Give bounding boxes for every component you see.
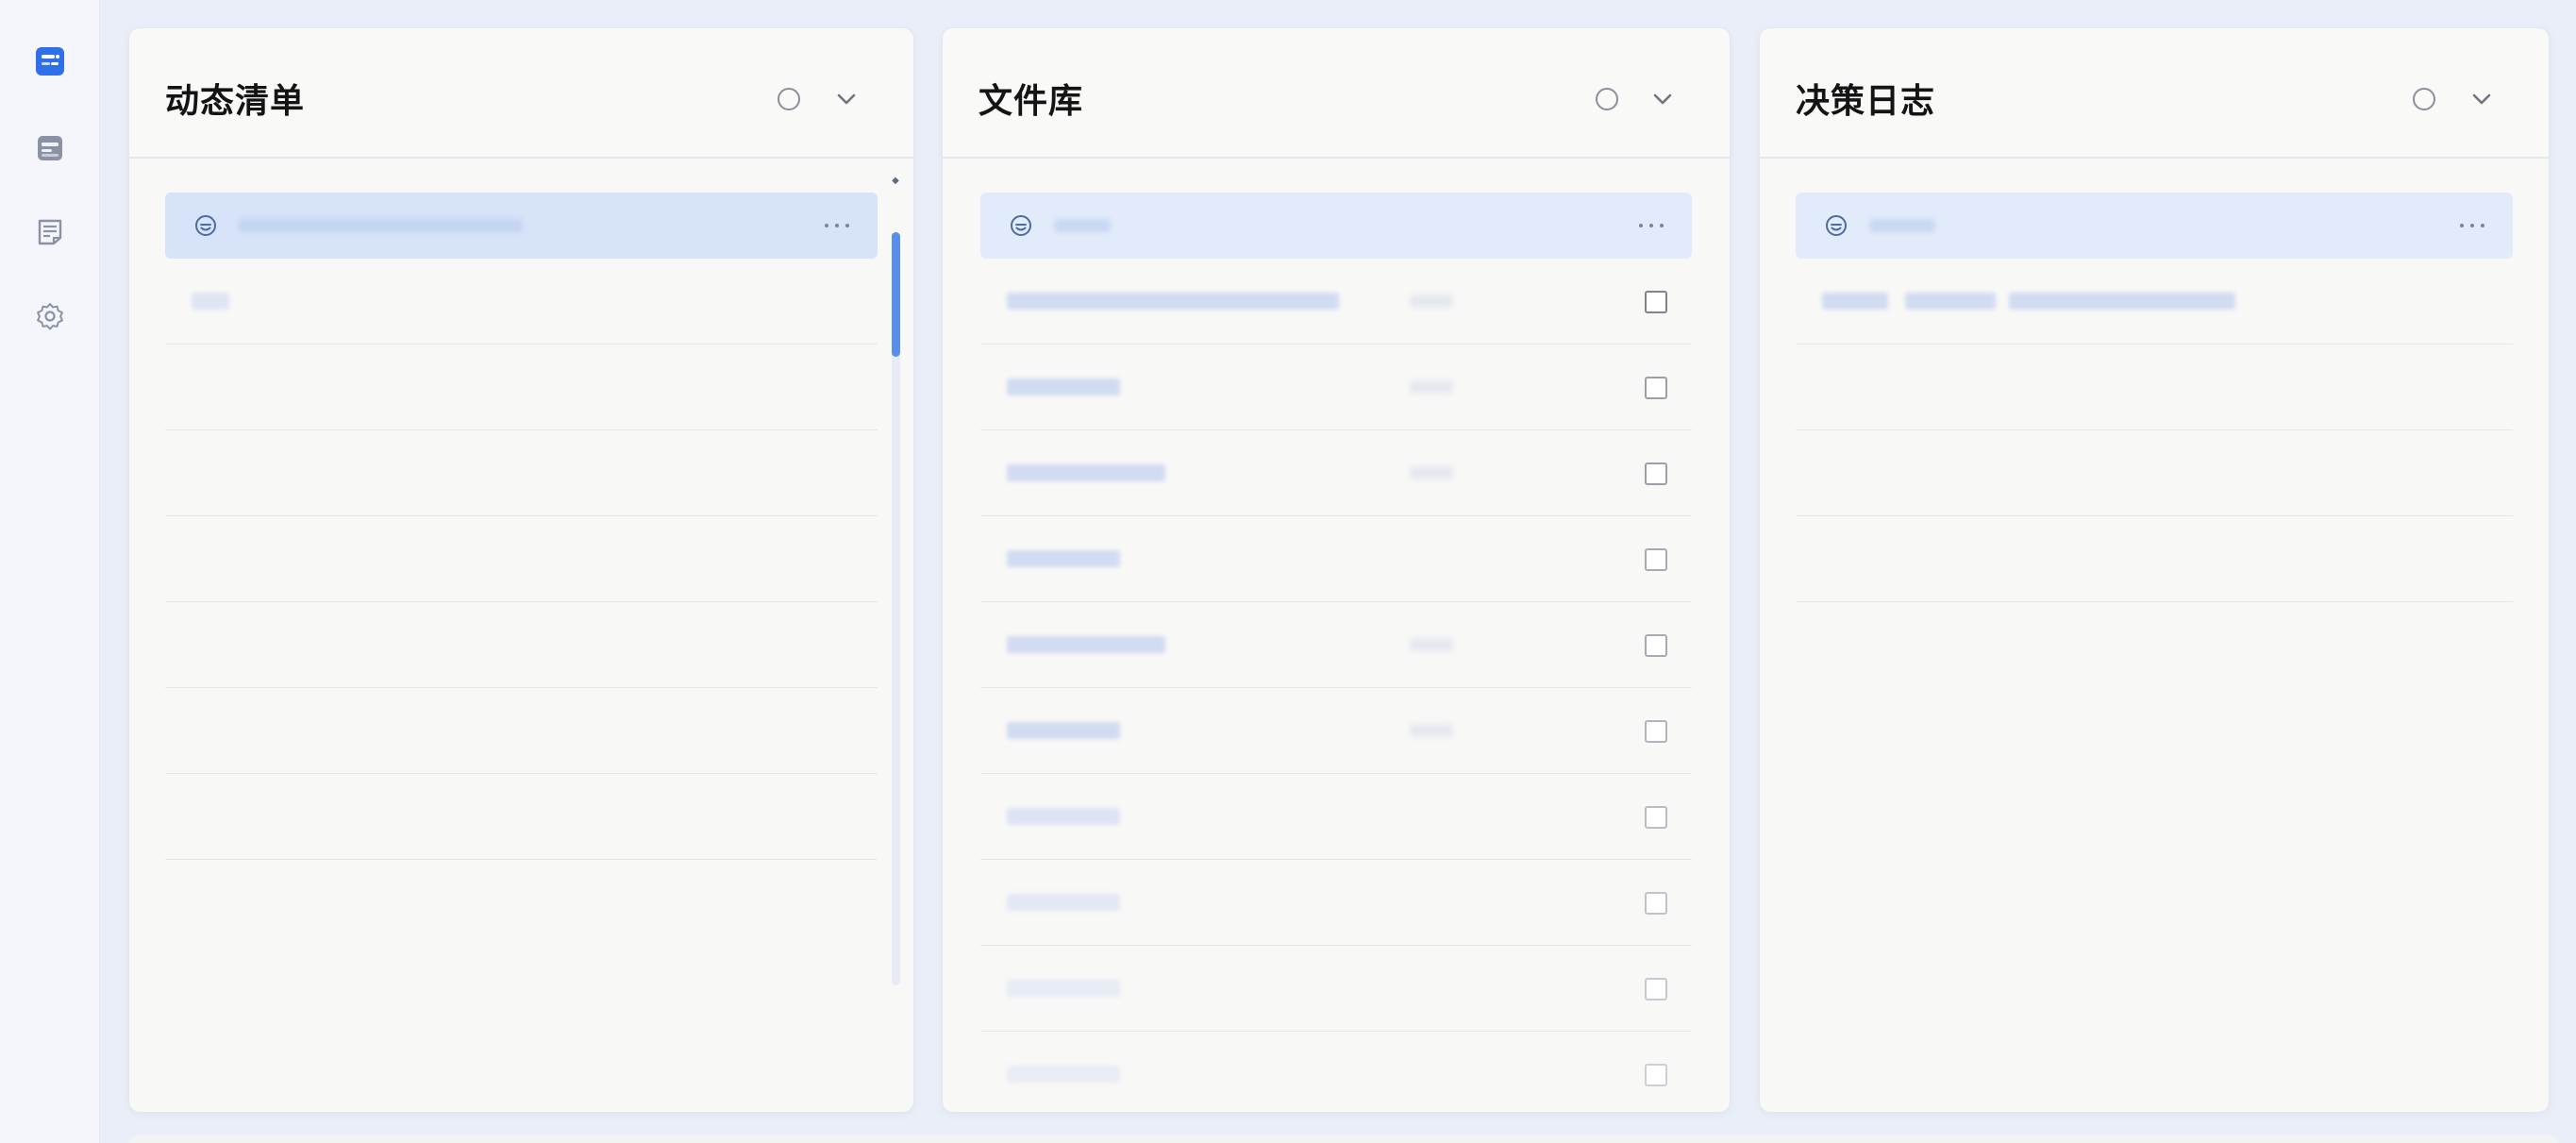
message-icon xyxy=(38,136,62,160)
settings-icon xyxy=(37,303,63,330)
list-item[interactable] xyxy=(1796,430,2513,516)
panel-header: 决策日志 xyxy=(1760,28,2549,159)
row-checkbox[interactable] xyxy=(1645,1064,1667,1086)
notes-icon xyxy=(38,219,62,245)
row-checkbox[interactable] xyxy=(1645,806,1667,829)
row-checkbox[interactable] xyxy=(1645,978,1667,1000)
list-item[interactable] xyxy=(165,774,878,860)
table-row[interactable] xyxy=(980,259,1692,345)
table-row[interactable] xyxy=(980,516,1692,602)
group-label xyxy=(239,219,522,232)
vertical-scrollbar[interactable] xyxy=(892,232,900,985)
row-checkbox[interactable] xyxy=(1645,634,1667,657)
rail-item-messages[interactable] xyxy=(35,133,65,163)
table-row[interactable] xyxy=(980,774,1692,860)
list-item[interactable] xyxy=(165,516,878,602)
list-item[interactable] xyxy=(165,345,878,430)
smile-icon xyxy=(1009,213,1033,238)
panel-file-library: 文件库 xyxy=(942,27,1731,1113)
rail-item-notes[interactable] xyxy=(35,217,65,247)
panel-title: 决策日志 xyxy=(1796,82,1936,121)
dashboard-icon xyxy=(36,47,64,76)
panel-header: 文件库 xyxy=(943,28,1730,159)
panel-dynamic-list: 动态清单 xyxy=(128,27,914,1113)
row-checkbox[interactable] xyxy=(1645,720,1667,743)
table-row[interactable] xyxy=(980,946,1692,1032)
circle-icon[interactable] xyxy=(1596,88,1618,110)
circle-icon[interactable] xyxy=(2413,88,2435,110)
list-item[interactable] xyxy=(165,259,878,345)
collapse-button[interactable] xyxy=(2469,87,2494,111)
panel-body xyxy=(165,193,878,1112)
more-options-button[interactable] xyxy=(2460,221,2484,230)
list-item[interactable] xyxy=(165,860,878,946)
scrollbar-thumb[interactable] xyxy=(892,232,900,357)
group-header[interactable] xyxy=(980,193,1692,259)
table-row[interactable] xyxy=(980,860,1692,946)
list-item[interactable] xyxy=(1796,345,2513,430)
more-options-button[interactable] xyxy=(1639,221,1664,230)
panel-decision-log: 决策日志 xyxy=(1759,27,2550,1113)
rail-item-settings[interactable] xyxy=(35,301,65,331)
list-item[interactable] xyxy=(1796,516,2513,602)
panel-title: 动态清单 xyxy=(165,82,306,121)
table-row[interactable] xyxy=(980,345,1692,430)
list-item[interactable] xyxy=(165,430,878,516)
circle-icon[interactable] xyxy=(778,88,800,110)
group-label xyxy=(1869,219,1935,232)
bottom-panel-edge xyxy=(128,1135,2559,1143)
chevron-down-icon xyxy=(1653,93,1672,105)
panel-body xyxy=(980,193,1692,1112)
smile-icon xyxy=(193,213,218,238)
list-item[interactable] xyxy=(165,602,878,688)
group-header[interactable] xyxy=(1796,193,2513,259)
row-checkbox[interactable] xyxy=(1645,291,1667,313)
rail-item-dashboard[interactable] xyxy=(35,46,65,76)
table-row[interactable] xyxy=(980,1032,1692,1112)
chevron-down-icon xyxy=(837,93,856,105)
collapse-button[interactable] xyxy=(1650,87,1675,111)
panel-title: 文件库 xyxy=(979,82,1084,121)
group-label xyxy=(1054,219,1111,232)
app-window: 动态清单 ◆ 文件库 决策日志 xyxy=(0,0,2576,1143)
chevron-down-icon xyxy=(2472,93,2491,105)
row-checkbox[interactable] xyxy=(1645,892,1667,915)
row-checkbox[interactable] xyxy=(1645,548,1667,571)
collapse-button[interactable] xyxy=(834,87,859,111)
table-row[interactable] xyxy=(980,688,1692,774)
list-item[interactable] xyxy=(165,688,878,774)
panel-body xyxy=(1796,193,2513,1112)
table-row[interactable] xyxy=(980,602,1692,688)
left-rail xyxy=(0,0,100,1143)
smile-icon xyxy=(1824,213,1848,238)
group-header[interactable] xyxy=(165,193,878,259)
row-checkbox[interactable] xyxy=(1645,377,1667,399)
list-item[interactable] xyxy=(1796,259,2513,345)
panel-header: 动态清单 xyxy=(129,28,913,159)
scroll-up-icon[interactable]: ◆ xyxy=(891,176,900,186)
row-checkbox[interactable] xyxy=(1645,462,1667,485)
table-row[interactable] xyxy=(980,430,1692,516)
more-options-button[interactable] xyxy=(825,221,849,230)
